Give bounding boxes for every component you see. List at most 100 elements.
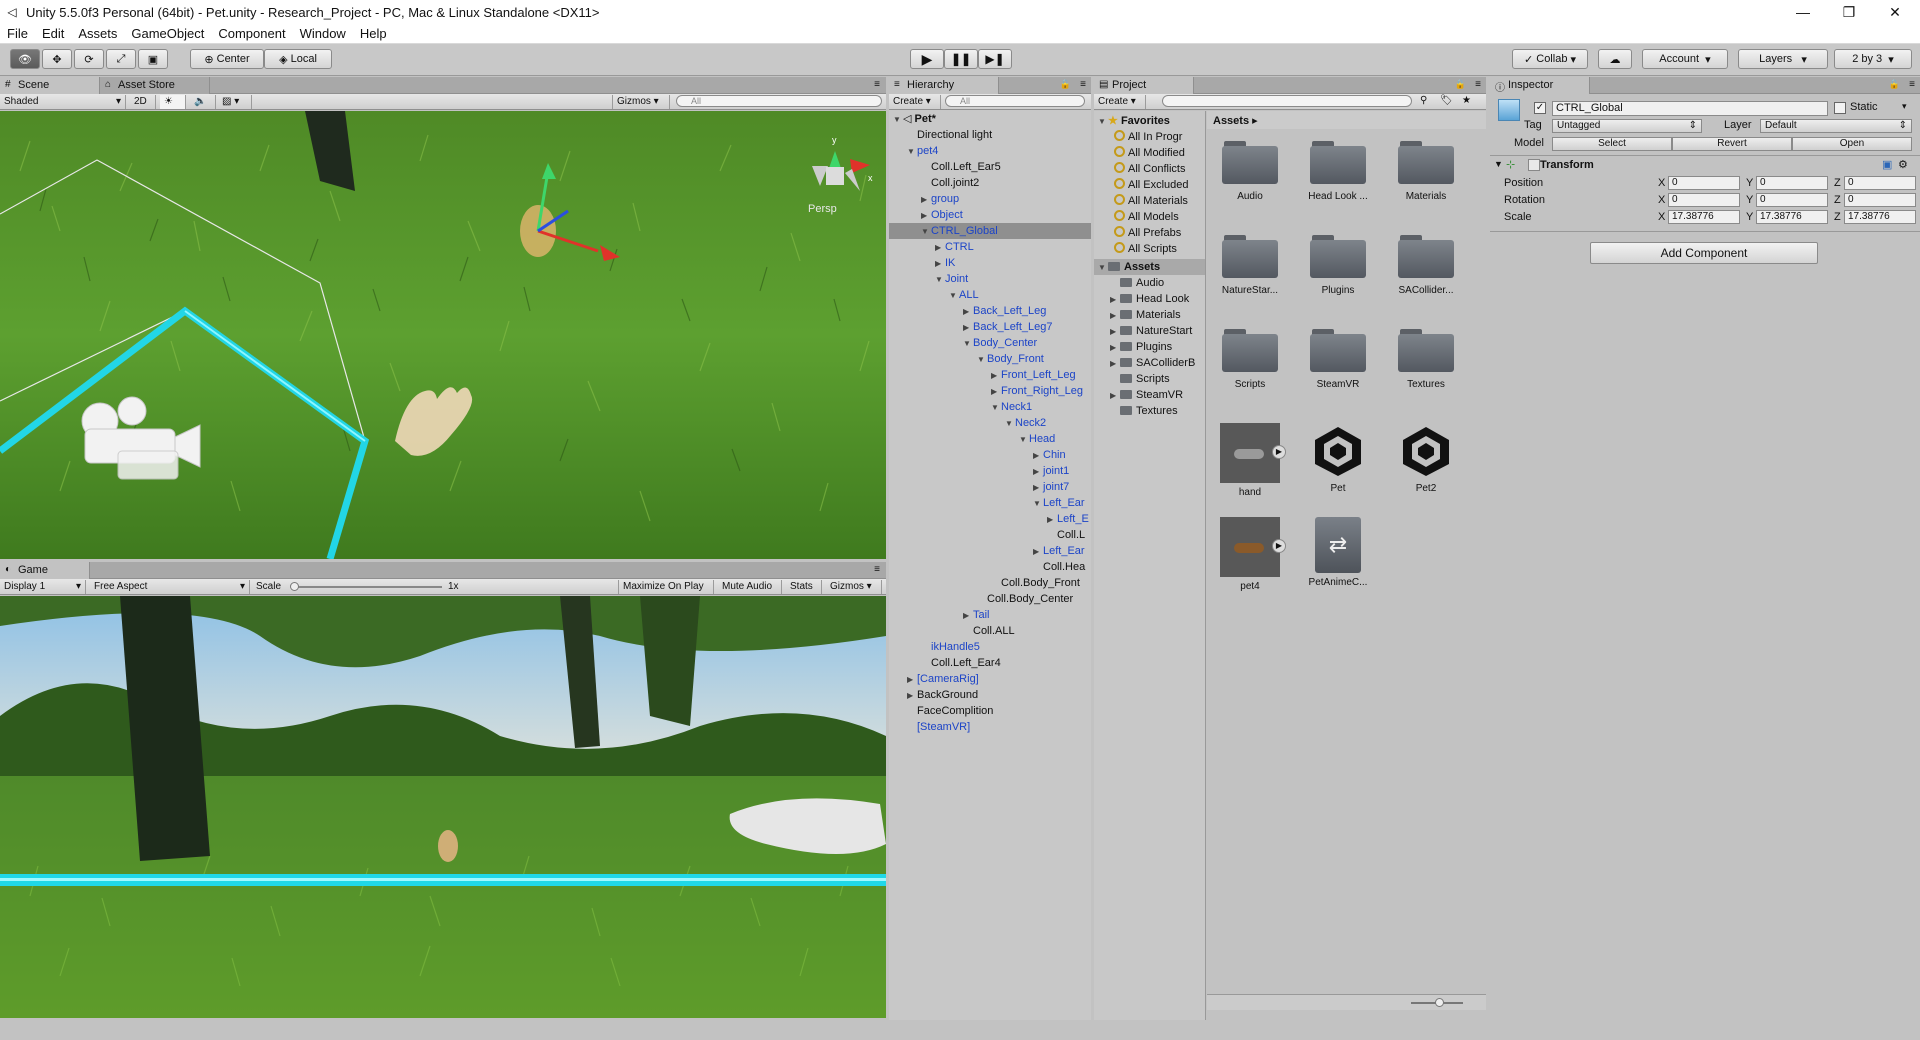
hierarchy-item[interactable]: ▶ Tail — [889, 607, 1091, 623]
hierarchy-item[interactable]: Directional light — [889, 127, 1091, 143]
scale-tool-button[interactable]: ⤢ — [106, 49, 136, 69]
fold-closed-icon[interactable]: ▶ — [1110, 388, 1120, 404]
maximize-icon[interactable]: ❐ — [1826, 0, 1872, 24]
hierarchy-item[interactable]: [SteamVR] — [889, 719, 1091, 735]
fold-closed-icon[interactable]: ▶ — [1033, 480, 1043, 496]
tab-asset-store[interactable]: ⌂ Asset Store — [100, 77, 210, 94]
lock-icon[interactable]: 🔒 — [1455, 79, 1466, 90]
asset-item[interactable]: Scripts — [1215, 329, 1285, 390]
fold-closed-icon[interactable]: ▶ — [963, 608, 973, 624]
menu-file[interactable]: File — [0, 26, 35, 41]
rect-tool-button[interactable]: ▣ — [138, 49, 168, 69]
hierarchy-item[interactable]: Coll.L — [889, 527, 1091, 543]
hierarchy-item[interactable]: ▶ Left_Ear — [889, 543, 1091, 559]
fold-open-icon[interactable]: ▼ — [991, 400, 1001, 416]
panel-menu-icon[interactable]: ≡ — [1909, 79, 1915, 90]
fold-closed-icon[interactable]: ▶ — [991, 384, 1001, 400]
hierarchy-search[interactable]: All — [945, 95, 1085, 107]
pause-button[interactable]: ❚❚ — [944, 49, 978, 69]
fold-closed-icon[interactable]: ▶ — [963, 320, 973, 336]
fold-closed-icon[interactable]: ▶ — [1110, 324, 1120, 340]
pivot-local-button[interactable]: ◈ Local — [264, 49, 332, 69]
rotation-z-field[interactable]: 0 — [1844, 193, 1916, 207]
fold-closed-icon[interactable]: ▶ — [991, 368, 1001, 384]
gizmos-dropdown[interactable]: Gizmos ▾ — [612, 95, 670, 109]
fold-closed-icon[interactable]: ▶ — [963, 304, 973, 320]
asset-folder-item[interactable]: ▶ NatureStart — [1110, 323, 1192, 339]
hierarchy-item[interactable]: Coll.Body_Front — [889, 575, 1091, 591]
fold-closed-icon[interactable]: ▶ — [1047, 512, 1057, 528]
persp-label[interactable]: Persp — [808, 203, 837, 215]
favorite-star-icon[interactable]: ★ — [1462, 95, 1471, 106]
scale-y-field[interactable]: 17.38776 — [1756, 210, 1828, 224]
icon-size-slider-thumb[interactable] — [1435, 998, 1444, 1007]
fold-closed-icon[interactable]: ▶ — [1033, 448, 1043, 464]
favorite-item[interactable]: All Scripts — [1114, 241, 1177, 257]
shading-dropdown[interactable]: Shaded ▾ — [0, 95, 126, 109]
panel-menu-icon[interactable]: ≡ — [1475, 79, 1481, 90]
favorite-item[interactable]: All Models — [1114, 209, 1179, 225]
gear-icon[interactable]: ⚙ — [1898, 158, 1908, 171]
audio-toggle[interactable]: 🔈 — [190, 95, 216, 109]
favorite-item[interactable]: All Conflicts — [1114, 161, 1185, 177]
lighting-toggle[interactable]: ☀ — [160, 95, 186, 109]
hierarchy-item[interactable]: ▶ Left_E — [889, 511, 1091, 527]
menu-edit[interactable]: Edit — [35, 26, 71, 41]
hierarchy-item[interactable]: Coll.joint2 — [889, 175, 1091, 191]
hierarchy-item[interactable]: Coll.Body_Center — [889, 591, 1091, 607]
hierarchy-item[interactable]: Coll.Left_Ear4 — [889, 655, 1091, 671]
hierarchy-item[interactable]: ▼ Neck2 — [889, 415, 1091, 431]
fold-open-icon[interactable]: ▼ — [1019, 432, 1029, 448]
hierarchy-item[interactable]: ▶ BackGround — [889, 687, 1091, 703]
scene-search[interactable]: All — [676, 95, 882, 107]
fold-open-icon[interactable]: ▼ — [1005, 416, 1015, 432]
asset-folder-item[interactable]: ▶ SAColliderB — [1110, 355, 1195, 371]
fold-closed-icon[interactable]: ▶ — [921, 208, 931, 224]
asset-item[interactable]: ▶ pet4 — [1215, 517, 1286, 592]
asset-item[interactable]: ⇄ PetAnimeC... — [1303, 517, 1373, 588]
play-button[interactable]: ▶ — [910, 49, 944, 69]
asset-folder-item[interactable]: ▶ Materials — [1110, 307, 1181, 323]
fold-closed-icon[interactable]: ▶ — [935, 240, 945, 256]
fold-closed-icon[interactable]: ▶ — [1110, 308, 1120, 324]
fold-closed-icon[interactable]: ▶ — [935, 256, 945, 272]
hierarchy-item[interactable]: ▶ CTRL — [889, 239, 1091, 255]
add-component-button[interactable]: Add Component — [1590, 242, 1818, 264]
panel-menu-icon[interactable]: ≡ — [874, 564, 880, 575]
hierarchy-item[interactable]: ▼ Neck1 — [889, 399, 1091, 415]
asset-folder-item[interactable]: Textures — [1110, 403, 1178, 419]
layer-dropdown[interactable]: Default ⇕ — [1760, 119, 1912, 133]
pivot-center-button[interactable]: ⊕ Center — [190, 49, 264, 69]
hierarchy-item[interactable]: ▼ ◁ Pet* — [889, 111, 1091, 127]
filter-label-icon[interactable]: 🏷 — [1440, 95, 1453, 106]
fold-closed-icon[interactable]: ▶ — [1110, 292, 1120, 308]
cloud-button[interactable]: ☁ — [1598, 49, 1632, 69]
fold-open-icon[interactable]: ▼ — [949, 288, 959, 304]
menu-assets[interactable]: Assets — [71, 26, 124, 41]
panel-menu-icon[interactable]: ≡ — [1080, 79, 1086, 90]
asset-item[interactable]: SACollider... — [1391, 235, 1461, 296]
project-create-dropdown[interactable]: Create ▾ — [1094, 95, 1146, 109]
layers-dropdown[interactable]: Layers ▾ — [1738, 49, 1828, 69]
tag-dropdown[interactable]: Untagged ⇕ — [1552, 119, 1702, 133]
fold-closed-icon[interactable]: ▶ — [921, 192, 931, 208]
display-dropdown[interactable]: Display 1 ▾ — [0, 580, 86, 594]
move-tool-button[interactable]: ✥ — [42, 49, 72, 69]
hierarchy-item[interactable]: ▼ Head — [889, 431, 1091, 447]
hierarchy-item[interactable]: ▶ [CameraRig] — [889, 671, 1091, 687]
fold-closed-icon[interactable]: ▶ — [1110, 340, 1120, 356]
asset-item[interactable]: Materials — [1391, 141, 1461, 202]
stats-toggle[interactable]: Stats — [786, 580, 822, 594]
hierarchy-item[interactable]: ▼ Body_Front — [889, 351, 1091, 367]
hierarchy-item[interactable]: Coll.Left_Ear5 — [889, 159, 1091, 175]
effects-dropdown[interactable]: ▨ ▾ — [218, 95, 252, 109]
scale-slider[interactable] — [292, 586, 442, 588]
tab-game[interactable]: ◐ Game — [0, 562, 90, 579]
rotation-x-field[interactable]: 0 — [1668, 193, 1740, 207]
hierarchy-item[interactable]: ▶ joint1 — [889, 463, 1091, 479]
hierarchy-item[interactable]: ▼ Left_Ear — [889, 495, 1091, 511]
scale-x-field[interactable]: 17.38776 — [1668, 210, 1740, 224]
static-dropdown-arrow-icon[interactable]: ▾ — [1902, 101, 1907, 112]
project-breadcrumb[interactable]: Assets ▸ — [1207, 111, 1486, 129]
favorites-header[interactable]: ▼ ★ Favorites — [1098, 113, 1170, 129]
